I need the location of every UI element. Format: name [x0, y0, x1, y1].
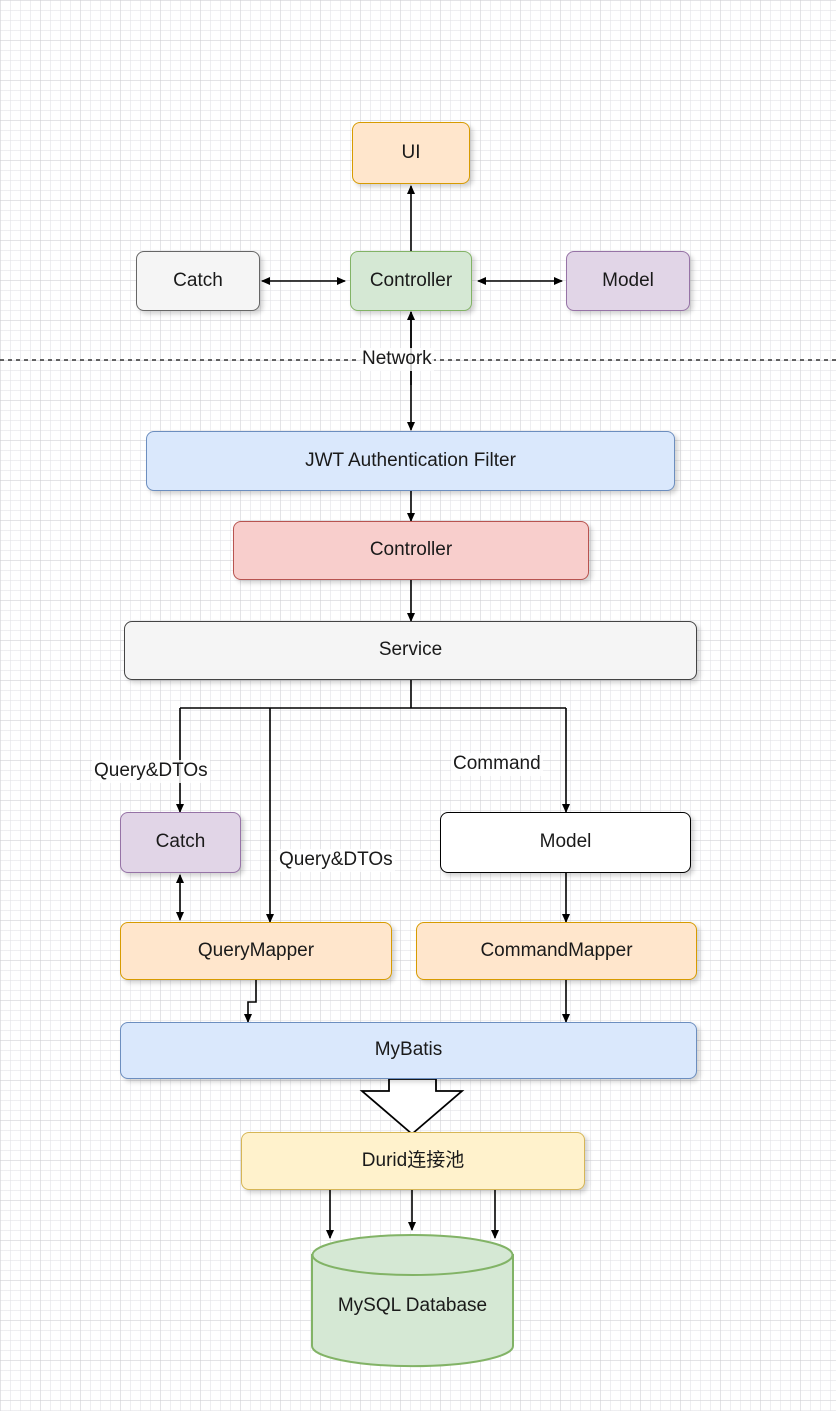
edge-label-query-dtos-left: Query&DTOs [92, 760, 210, 783]
node-query-mapper-label: QueryMapper [197, 939, 315, 961]
node-ui-label: UI [401, 141, 421, 163]
node-mybatis[interactable]: MyBatis [120, 1022, 697, 1079]
edge-label-query-dtos-middle: Query&DTOs [277, 849, 395, 872]
network-divider-label: Network [360, 348, 434, 371]
node-controller-client[interactable]: Controller [350, 251, 472, 311]
node-catch-server-label: Catch [155, 831, 206, 853]
node-controller-client-label: Controller [369, 269, 453, 291]
node-controller-server[interactable]: Controller [233, 521, 589, 580]
node-durid-label: Durid连接池 [361, 1149, 465, 1171]
node-command-mapper[interactable]: CommandMapper [416, 922, 697, 980]
node-model-server-label: Model [539, 831, 592, 853]
edge-label-command: Command [451, 753, 543, 776]
diagram-edges [0, 185, 836, 1239]
node-jwt-filter-label: JWT Authentication Filter [305, 449, 516, 471]
node-model-client[interactable]: Model [566, 251, 690, 311]
node-model-server[interactable]: Model [440, 812, 691, 873]
node-query-mapper[interactable]: QueryMapper [120, 922, 392, 980]
node-model-client-label: Model [602, 269, 654, 291]
node-catch-client-label: Catch [173, 269, 223, 291]
diagram-canvas: UI Catch Controller Model Network JWT Au… [0, 0, 836, 1411]
node-jwt-filter[interactable]: JWT Authentication Filter [146, 431, 675, 491]
node-catch-server[interactable]: Catch [120, 812, 241, 873]
node-service-label: Service [378, 639, 443, 661]
node-controller-server-label: Controller [369, 539, 453, 561]
node-service[interactable]: Service [124, 621, 697, 680]
node-durid[interactable]: Durid连接池 [241, 1132, 585, 1190]
network-divider-text: Network [362, 348, 432, 369]
node-mysql-label: MySQL Database [337, 1295, 488, 1316]
node-catch-client[interactable]: Catch [136, 251, 260, 311]
edge-label-command-text: Command [453, 753, 541, 774]
node-command-mapper-label: CommandMapper [480, 939, 633, 961]
block-arrow-mybatis-to-durid [359, 1078, 465, 1136]
node-mysql[interactable]: MySQL Database [310, 1233, 515, 1368]
edge-label-query-dtos-left-text: Query&DTOs [94, 760, 208, 781]
node-ui[interactable]: UI [352, 122, 470, 184]
node-mybatis-label: MyBatis [374, 1039, 443, 1061]
edge-label-query-dtos-middle-text: Query&DTOs [279, 849, 393, 870]
edge-querymapper-to-mybatis [244, 980, 257, 1023]
